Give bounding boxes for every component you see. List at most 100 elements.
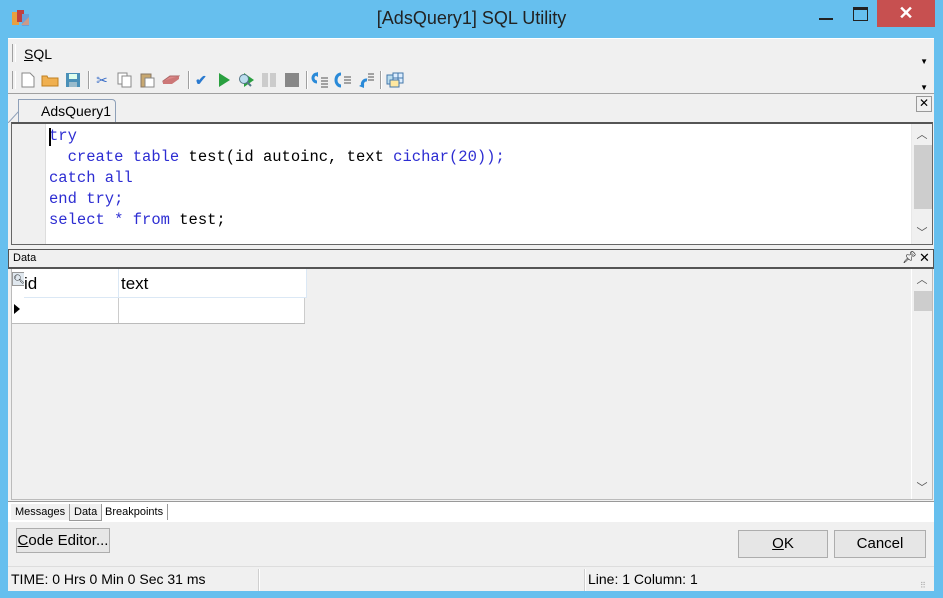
step-out-button[interactable] [356,70,376,90]
status-bar: TIME: 0 Hrs 0 Min 0 Sec 31 ms Line: 1 Co… [8,566,934,592]
debug-run-icon [239,73,254,87]
step-into-icon [311,72,328,88]
tab-data[interactable]: Data [69,504,103,521]
code-line[interactable]: select * from test; [49,210,505,231]
text-caret [49,128,51,146]
step-out-icon [359,73,374,88]
new-file-button[interactable] [18,70,38,90]
client-area: SQL ▼ ✂ ✔ ▼ AdsQuery1 ✕ try create table… [8,38,934,591]
close-tab-button[interactable]: ✕ [916,96,932,112]
code-keyword: create table [67,148,180,166]
grid-vertical-scrollbar[interactable]: ︿ ﹀ [911,269,932,499]
maximize-icon [852,6,868,21]
code-keyword: select * from [49,211,170,229]
column-header-id[interactable]: id [24,269,119,298]
tab-adsquery1[interactable]: AdsQuery1 [18,99,117,123]
play-icon [219,73,230,87]
column-header-text[interactable]: text [119,269,307,298]
code-line[interactable]: end try; [49,189,505,210]
editor-vertical-scrollbar[interactable]: ︿ ﹀ [911,124,932,244]
scrollbar-thumb[interactable] [914,291,932,311]
open-folder-icon [41,75,59,87]
save-button[interactable] [63,70,83,90]
data-grid-area: 🔍︎ id text ︿ ﹀ [11,269,933,500]
grid-cell-id[interactable] [24,298,119,323]
scroll-up-icon[interactable]: ︿ [912,271,932,289]
ok-button[interactable]: OK [738,530,828,558]
clear-button[interactable] [161,70,181,90]
toolbar-separator [306,71,308,89]
execution-time: TIME: 0 Hrs 0 Min 0 Sec 31 ms [11,571,206,587]
toolbar-separator [88,71,90,89]
code-line[interactable]: try [49,126,505,147]
menu-grip[interactable] [12,44,16,62]
scroll-up-icon[interactable]: ︿ [912,126,932,144]
code-keyword: end try; [49,190,124,208]
code-keyword: try [49,127,77,145]
close-icon: ✕ [898,3,914,23]
tab-breakpoints[interactable]: Breakpoints [101,504,169,520]
open-button[interactable] [40,70,60,90]
eraser-icon [162,75,180,84]
code-keyword: cichar(20)); [393,148,505,166]
code-line[interactable]: create table test(id autoinc, text cicha… [49,147,505,168]
save-icon [66,73,80,87]
data-panel-header: Data 📌︎ ✕ [8,249,934,269]
status-separator [584,569,586,591]
stop-button[interactable] [282,70,302,90]
run-button[interactable] [214,70,234,90]
code-token: test; [169,211,226,229]
scroll-down-icon[interactable]: ﹀ [912,479,932,497]
copy-button[interactable] [115,70,135,90]
toolbar-overflow-chevron-icon[interactable]: ▼ [920,83,928,92]
close-panel-icon[interactable]: ✕ [919,250,930,266]
run-debug-button[interactable] [236,70,256,90]
step-over-button[interactable] [333,70,353,90]
status-separator [258,569,260,591]
scissors-icon: ✂ [96,71,108,88]
scrollbar-thumb[interactable] [914,145,932,209]
cursor-position: Line: 1 Column: 1 [588,571,698,587]
minimize-button[interactable] [811,0,841,27]
toolbar: ✂ ✔ ▼ [8,67,934,94]
toolbar-separator [380,71,382,89]
pause-button[interactable] [259,70,279,90]
current-row-indicator-icon [14,304,20,314]
grid-cell-text[interactable] [119,298,305,323]
close-button[interactable]: ✕ [877,0,935,27]
copy-icon [117,72,132,88]
output-tabs: Messages Data Breakpoints [8,501,934,522]
code-token: test(id autoinc, text [179,148,394,166]
checkmark-icon: ✔ [195,71,207,88]
table-grid-icon [386,72,404,88]
cancel-button[interactable]: Cancel [834,530,926,558]
cut-button[interactable]: ✂ [92,70,112,90]
code-editor-button[interactable]: Code Editor... [16,528,110,553]
data-panel-title: Data [13,252,37,264]
maximize-button[interactable] [845,0,875,27]
menu-overflow-chevron-icon[interactable]: ▼ [920,57,928,66]
paste-icon [140,73,155,88]
pin-icon[interactable]: 📌︎ [902,250,917,264]
step-over-icon [334,72,351,88]
toolbar-grip[interactable] [12,71,16,89]
sql-editor[interactable]: try create table test(id autoinc, text c… [11,122,933,245]
code-line[interactable]: catch all [49,168,505,189]
menu-bar: SQL ▼ [8,38,934,68]
window-title: [AdsQuery1] SQL Utility [376,8,567,28]
verify-button[interactable]: ✔ [191,70,211,90]
data-grid[interactable]: 🔍︎ id text [12,269,307,324]
menu-sql[interactable]: SQL [24,46,52,62]
code-keyword: catch all [49,169,133,187]
paste-button[interactable] [138,70,158,90]
stop-icon [285,73,299,87]
step-into-button[interactable] [310,70,330,90]
title-bar: [AdsQuery1] SQL Utility ✕ [0,0,943,38]
tab-messages[interactable]: Messages [11,504,70,520]
minimize-icon [819,17,833,20]
resize-grip-icon[interactable]: ⠿ [920,581,926,590]
table-view-button[interactable] [385,70,405,90]
code-text[interactable]: try create table test(id autoinc, text c… [49,126,505,231]
scroll-down-icon[interactable]: ﹀ [912,224,932,242]
toolbar-separator [188,71,190,89]
